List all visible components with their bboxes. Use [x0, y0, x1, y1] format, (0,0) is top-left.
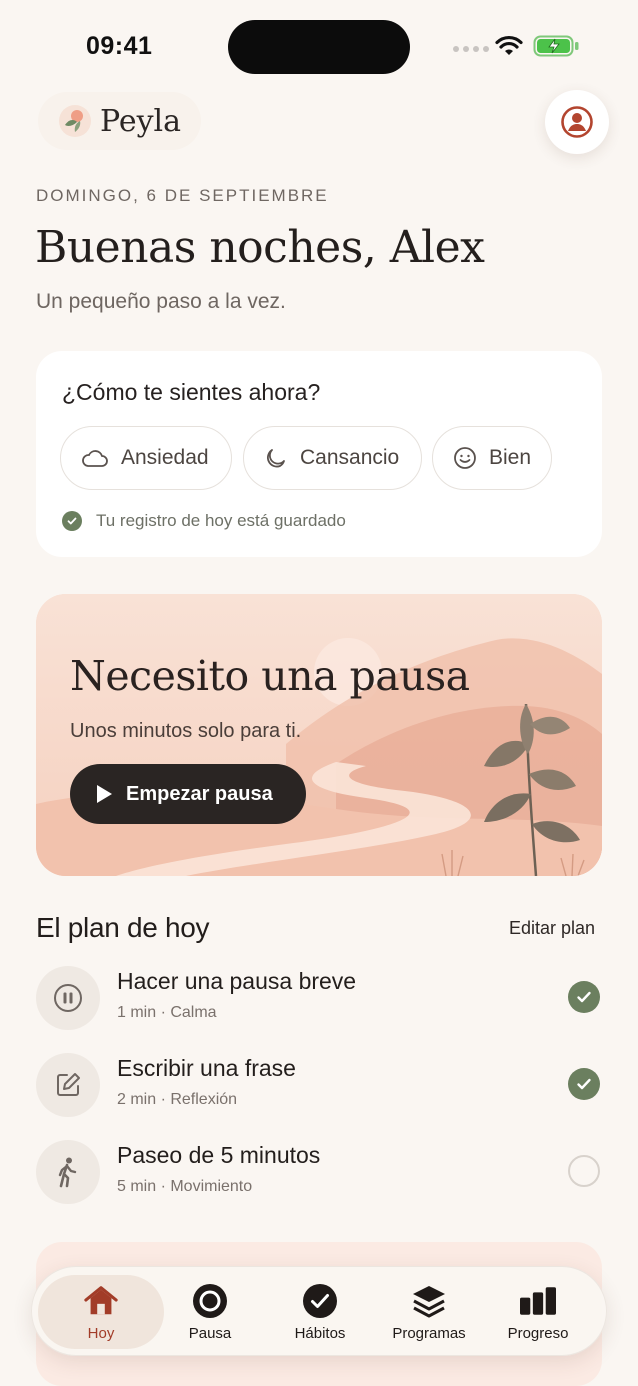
start-pause-label: Empezar pausa — [126, 782, 273, 805]
plan-item-name: Escribir una frase — [117, 1055, 296, 1081]
cloud-icon — [82, 450, 108, 467]
mood-option-bien[interactable]: Bien — [432, 426, 552, 490]
tab-hoy[interactable]: Hoy — [38, 1275, 164, 1349]
incomplete-check-circle[interactable] — [568, 1155, 600, 1187]
tab-label: Hoy — [87, 1324, 115, 1342]
bottom-tab-bar: Hoy Pausa Hábitos Programas Progreso — [31, 1266, 607, 1356]
pause-title: Necesito una pausa — [70, 652, 470, 700]
pause-subtitle: Unos minutos solo para ti. — [70, 720, 302, 742]
date-label: DOMINGO, 6 DE SEPTIEMBRE — [36, 186, 329, 205]
peyla-logo-icon — [59, 105, 91, 137]
tab-label: Hábitos — [294, 1324, 346, 1342]
plan-item-icon-wrap — [36, 1140, 100, 1204]
mood-option-label: Ansiedad — [121, 446, 209, 469]
app-logo: Peyla — [38, 92, 202, 150]
check-icon — [62, 511, 82, 531]
check-circle-icon — [302, 1283, 338, 1319]
home-icon — [83, 1283, 119, 1319]
completed-check-icon[interactable] — [568, 981, 600, 1013]
mood-option-cansancio[interactable]: Cansancio — [243, 426, 422, 490]
mood-saved-status: Tu registro de hoy está guardado — [62, 511, 346, 531]
plan-item-meta: 2 min · Reflexión — [117, 1091, 238, 1108]
pause-hero-card[interactable]: Necesito una pausa Unos minutos solo par… — [36, 594, 602, 876]
user-icon — [561, 106, 593, 138]
smile-icon — [454, 447, 476, 469]
completed-check-icon[interactable] — [568, 1068, 600, 1100]
wifi-icon — [495, 35, 523, 55]
tab-pausa[interactable]: Pausa — [166, 1275, 254, 1349]
moon-icon — [267, 449, 285, 468]
status-time: 09:41 — [86, 32, 153, 60]
mood-option-label: Cansancio — [300, 446, 400, 469]
tab-label: Pausa — [188, 1324, 232, 1342]
page-title: Buenas noches, Alex — [35, 222, 485, 273]
pause-circle-icon — [54, 984, 82, 1012]
profile-button[interactable] — [545, 90, 609, 154]
mood-option-label: Bien — [488, 446, 531, 469]
dynamic-island — [228, 20, 410, 74]
bar-chart-icon — [520, 1283, 556, 1319]
saved-text: Tu registro de hoy está guardado — [96, 511, 346, 530]
plan-item-meta: 1 min · Calma — [117, 1004, 217, 1021]
battery-icon — [533, 35, 579, 57]
walk-icon — [58, 1157, 77, 1188]
tab-progreso[interactable]: Progreso — [494, 1275, 582, 1349]
start-pause-button[interactable]: Empezar pausa — [70, 764, 306, 824]
plan-item-pausa-breve[interactable]: Hacer una pausa breve 1 min · Calma — [36, 966, 602, 1032]
pause-tab-icon — [192, 1283, 228, 1319]
plan-item-name: Hacer una pausa breve — [117, 968, 357, 994]
app-name: Peyla — [100, 103, 182, 139]
tab-programas[interactable]: Programas — [382, 1275, 476, 1349]
mood-check-card: ¿Cómo te sientes ahora? Ansiedad Cansanc… — [36, 351, 602, 557]
plan-item-icon-wrap — [36, 1053, 100, 1117]
mood-question: ¿Cómo te sientes ahora? — [62, 379, 321, 405]
plan-item-paseo[interactable]: Paseo de 5 minutos 5 min · Movimiento — [36, 1140, 602, 1206]
plan-item-meta: 5 min · Movimiento — [117, 1178, 253, 1195]
edit-icon — [57, 1073, 80, 1096]
plan-item-icon-wrap — [36, 966, 100, 1030]
plan-item-escribir-frase[interactable]: Escribir una frase 2 min · Reflexión — [36, 1053, 602, 1119]
plan-item-name: Paseo de 5 minutos — [117, 1142, 321, 1168]
play-icon — [97, 785, 112, 803]
tab-habitos[interactable]: Hábitos — [276, 1275, 364, 1349]
tab-label: Progreso — [507, 1324, 569, 1342]
mood-option-ansiedad[interactable]: Ansiedad — [60, 426, 232, 490]
greeting-subtitle: Un pequeño paso a la vez. — [36, 290, 286, 313]
plan-title: El plan de hoy — [36, 912, 210, 943]
tab-label: Programas — [392, 1324, 466, 1342]
edit-plan-link[interactable]: Editar plan — [509, 918, 595, 939]
status-bar: 09:41 — [0, 0, 638, 90]
signal-icon — [453, 46, 489, 52]
layers-icon — [411, 1283, 447, 1319]
